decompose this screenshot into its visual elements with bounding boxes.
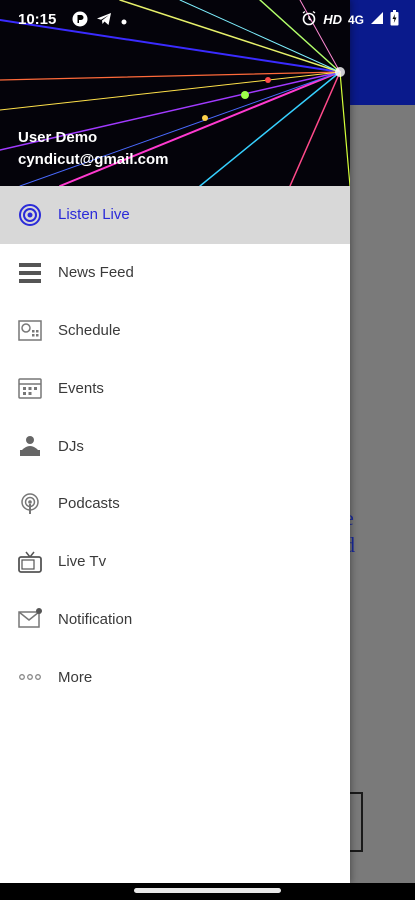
hd-badge: HD [323,12,342,27]
menu-item-news-feed[interactable]: News Feed [0,244,350,302]
list-icon [18,261,42,285]
menu-item-live-tv[interactable]: Live Tv [0,533,350,591]
mail-icon [18,607,42,631]
notification-icons [72,11,128,31]
menu-label: DJs [58,437,84,455]
status-time: 10:15 [18,11,57,28]
tv-icon [18,550,42,574]
menu-label: Listen Live [58,206,130,224]
dj-icon [18,434,42,458]
battery-icon [390,10,399,29]
menu-label: News Feed [58,264,134,282]
calendar-icon [18,376,42,400]
alarm-icon [301,10,317,29]
menu-item-events[interactable]: Events [0,359,350,417]
podcast-icon [18,492,42,516]
menu-label: Schedule [58,321,121,339]
user-name: User Demo [18,129,98,146]
navigation-drawer: User Demo cyndicut@gmail.com Listen Live… [0,0,350,883]
signal-icon [370,11,384,28]
dot-icon [120,13,128,30]
menu-item-podcasts[interactable]: Podcasts [0,475,350,533]
user-email: cyndicut@gmail.com [18,151,169,168]
navigation-bar [0,883,415,900]
drawer-menu: Listen Live News Feed Schedule Events DJ… [0,186,350,706]
network-type: 4G [347,12,364,27]
menu-label: Notification [58,610,133,628]
menu-item-more[interactable]: More [0,648,350,706]
schedule-icon [18,318,42,342]
telegram-icon [96,11,112,31]
status-bar: 10:15 HD 4G [0,0,415,40]
menu-label: More [58,668,93,686]
home-gesture-handle[interactable] [134,888,281,893]
system-icons: HD 4G [301,10,399,29]
app-notification-icon [72,11,88,31]
radio-waves-icon [18,203,42,227]
menu-item-notification[interactable]: Notification [0,591,350,649]
menu-label: Events [58,379,104,397]
menu-label: Podcasts [58,495,120,513]
background-frame [349,792,363,852]
menu-item-djs[interactable]: DJs [0,417,350,475]
menu-label: Live Tv [58,553,107,571]
more-dots-icon [18,665,42,689]
menu-item-schedule[interactable]: Schedule [0,302,350,360]
menu-item-listen-live[interactable]: Listen Live [0,186,350,244]
